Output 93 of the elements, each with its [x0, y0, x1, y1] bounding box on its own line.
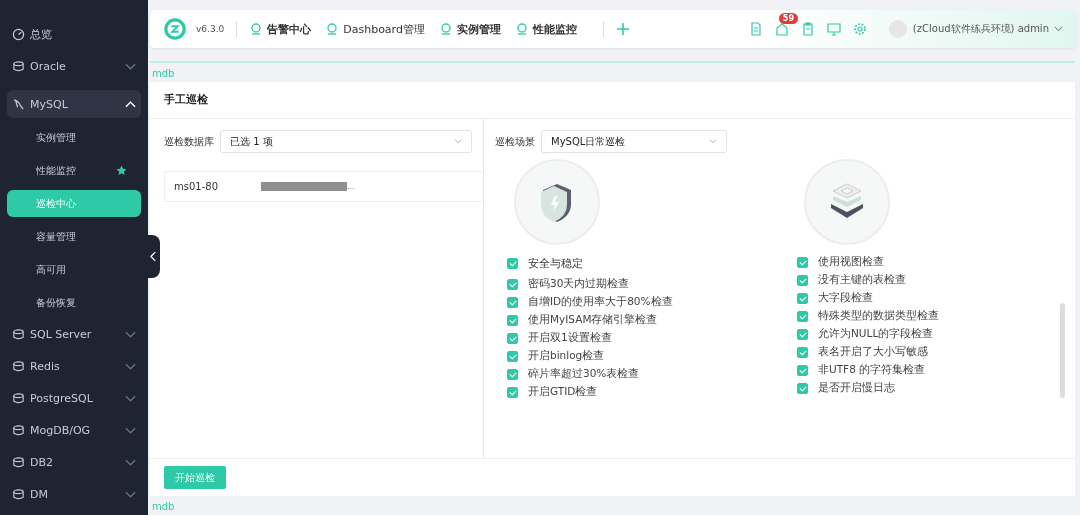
check-label: 开启双1设置检查 [528, 331, 612, 345]
checkbox[interactable] [797, 364, 808, 376]
field-label: 巡检场景 [495, 134, 535, 149]
sidebar-item[interactable]: MySQL [7, 90, 141, 118]
monitor-icon[interactable] [826, 22, 841, 36]
scene-select[interactable]: MySQL日常巡检 [541, 130, 727, 153]
sidebar-item[interactable]: Redis [7, 354, 141, 379]
check-label: 大字段检查 [818, 291, 873, 305]
submenu-item[interactable]: 性能监控 [7, 157, 141, 184]
chevron-icon [125, 62, 136, 71]
add-icon[interactable] [615, 22, 630, 36]
tab-icon [514, 22, 529, 36]
check-label: 使用视图检查 [818, 255, 884, 269]
chevron-icon[interactable] [1054, 26, 1063, 32]
checkbox[interactable] [797, 274, 808, 286]
submenu-item[interactable]: 实例管理 [7, 124, 141, 151]
check-label: 自增ID的使用率大于80%检查 [528, 295, 673, 309]
clipboard-icon[interactable] [800, 22, 815, 36]
sidebar-item[interactable]: 总览 [7, 22, 141, 47]
sidebar-item[interactable]: Oracle [7, 54, 141, 79]
checkbox[interactable] [797, 328, 808, 340]
chevron-icon [125, 458, 136, 467]
check-label: 开启binlog检查 [528, 349, 605, 363]
database-icon [12, 424, 25, 437]
check-label: 特殊类型的数据类型检查 [818, 309, 939, 323]
nav-tab[interactable]: 实例管理 [438, 21, 509, 37]
version-label: v6.3.0 [196, 24, 225, 34]
sidebar-item[interactable]: DB2 [7, 450, 141, 475]
chevron-icon [125, 490, 136, 499]
checkbox[interactable] [507, 350, 518, 362]
nav-tab[interactable]: 性能监控 [514, 21, 585, 37]
instance-row[interactable]: ms01-80 ... [164, 171, 483, 202]
checkbox[interactable] [507, 386, 518, 398]
check-label: 使用MyISAM存储引擎检查 [528, 313, 658, 327]
checkbox[interactable] [797, 256, 808, 268]
check-label: 允许为NULL的字段检查 [818, 327, 934, 341]
tab-icon [325, 22, 340, 36]
chevron-icon [125, 362, 136, 371]
check-label: 碎片率超过30%表检查 [528, 367, 640, 381]
checkbox[interactable] [797, 382, 808, 394]
settings-icon[interactable] [852, 22, 867, 36]
tab-icon [438, 22, 453, 36]
submenu-item[interactable]: 高可用 [7, 256, 141, 283]
checkbox[interactable] [507, 296, 518, 308]
chevron-icon [125, 330, 136, 339]
nav-tab[interactable]: Dashboard管理 [325, 21, 433, 37]
checkbox[interactable] [797, 292, 808, 304]
checkbox[interactable] [797, 310, 808, 322]
check-label: 是否开启慢日志 [818, 381, 895, 395]
checkbox[interactable] [797, 346, 808, 358]
checkbox[interactable] [507, 314, 518, 326]
notification-badge: 59 [778, 13, 798, 24]
instance-name: ms01-80 [174, 181, 219, 192]
chevron-icon [125, 100, 136, 108]
document-icon[interactable] [748, 22, 763, 36]
gauge-icon [12, 28, 25, 41]
group-title: 安全与稳定 [528, 255, 583, 271]
user-menu[interactable]: (zCloud软件练兵环境) admin [912, 22, 1049, 36]
chevron-icon [125, 394, 136, 403]
sidebar-item[interactable]: MogDB/OG [7, 418, 141, 443]
submenu-item[interactable]: 容量管理 [7, 223, 141, 250]
check-label: 开启GTID检查 [528, 385, 598, 399]
database-select[interactable]: 已选 1 项 [220, 130, 472, 153]
database-icon [12, 60, 25, 73]
nav-tab[interactable]: 告警中心 [249, 21, 320, 37]
checkbox[interactable] [507, 278, 518, 290]
checkbox[interactable] [507, 257, 518, 269]
database-icon [12, 360, 25, 373]
sidebar-item[interactable]: SQL Server [7, 322, 141, 347]
database-icon [12, 456, 25, 469]
database-icon [12, 392, 25, 405]
ellipsis-text: ... [347, 182, 355, 191]
check-label: 表名开启了大小写敏感 [818, 345, 928, 359]
checkbox[interactable] [507, 332, 518, 344]
field-label: 巡检数据库 [164, 134, 214, 149]
database-icon [12, 488, 25, 501]
check-label: 非UTF8 的字符集检查 [818, 363, 926, 377]
house-icon[interactable] [774, 22, 789, 36]
collapse-handle[interactable] [147, 235, 160, 278]
check-label: 密码30天内过期检查 [528, 277, 630, 291]
checkbox[interactable] [507, 368, 518, 380]
card-title: 手工巡检 [150, 82, 1075, 119]
check-label: 没有主键的表检查 [818, 273, 906, 287]
database-icon [12, 328, 25, 341]
logo-icon [164, 18, 186, 40]
chevron-icon [454, 139, 462, 144]
tab-icon [249, 22, 264, 36]
submenu-item[interactable]: 备份恢复 [7, 289, 141, 316]
sidebar-item[interactable]: DM [7, 482, 141, 507]
chevron-icon [125, 426, 136, 435]
sidebar-item[interactable]: PostgreSQL [7, 386, 141, 411]
chevron-icon [709, 139, 717, 144]
scrollbar[interactable] [1060, 303, 1065, 398]
